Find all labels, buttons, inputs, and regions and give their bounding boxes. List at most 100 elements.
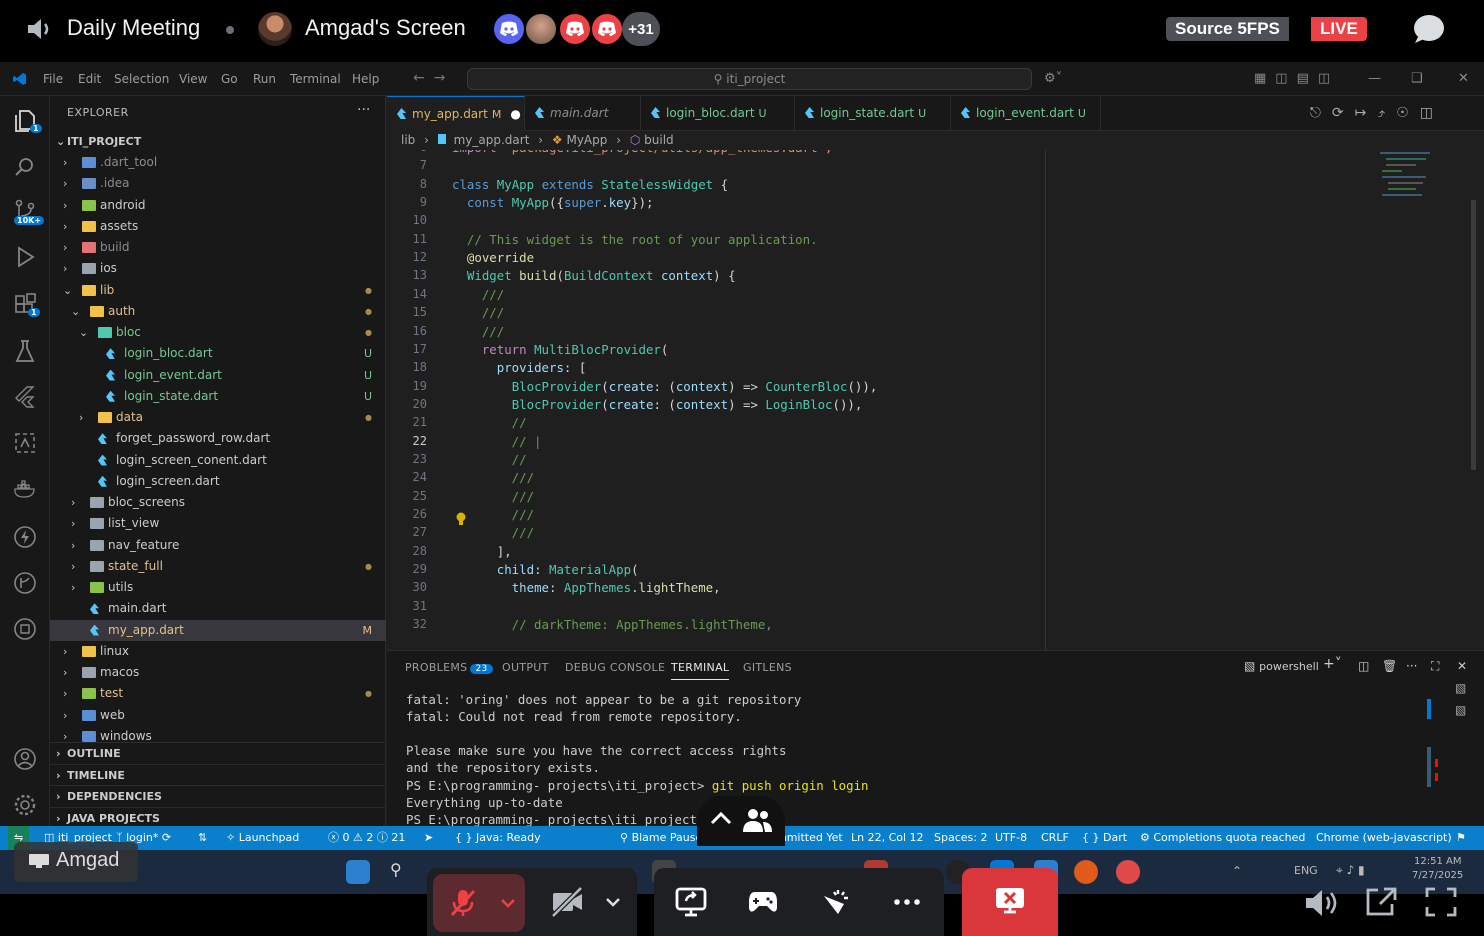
file-item[interactable]: main.dart — [50, 598, 386, 619]
participant-avatar[interactable] — [590, 12, 624, 46]
code-line[interactable]: BlocProvider(create: (context) => LoginB… — [452, 397, 863, 412]
status-launchpad[interactable]: ✧ Launchpad — [226, 826, 299, 850]
folder-item[interactable]: › bloc_screens — [50, 492, 386, 513]
folder-item[interactable]: › assets — [50, 216, 386, 237]
section-dependencies[interactable]: › DEPENDENCIES — [50, 785, 386, 806]
menu-file[interactable]: File — [43, 72, 63, 86]
folder-item[interactable]: › build — [50, 237, 386, 258]
thunder-client-icon[interactable] — [12, 524, 38, 550]
notifications-bell-icon[interactable]: ⚑ — [1456, 826, 1466, 850]
tray-chevron-icon[interactable]: ⌃ — [1232, 864, 1242, 878]
code-line[interactable]: /// — [452, 489, 534, 504]
close-panel-icon[interactable]: ✕ — [1457, 659, 1467, 673]
folder-item[interactable]: ⌄ auth ● — [50, 301, 386, 322]
close-icon[interactable]: ✕ — [1458, 71, 1469, 86]
folder-item[interactable]: › state_full ● — [50, 556, 386, 577]
file-item[interactable]: forget_password_row.dart — [50, 428, 386, 449]
screen-share-icon[interactable] — [674, 886, 708, 918]
chevron-down-icon[interactable] — [501, 898, 515, 908]
status-problems[interactable]: ⓧ 0 ⚠ 2 ⓘ 21 — [328, 826, 405, 850]
code-line[interactable]: ], — [452, 544, 512, 559]
more-options-icon[interactable] — [892, 897, 922, 907]
more-participants-badge[interactable]: +31 — [622, 12, 660, 46]
code-line[interactable]: class MyApp extends StatelessWidget { — [452, 177, 728, 192]
command-center-search[interactable]: ⚲ iti_project — [467, 68, 1032, 90]
unsaved-dot-icon[interactable]: ● — [510, 107, 520, 121]
github-icon[interactable] — [12, 616, 38, 642]
code-editor[interactable]: 6 7 8 9 10 11 12 13 14 15 16 17 18 19 20 21 22 23 24 25 26 27… — [387, 150, 1484, 712]
taskbar-search-icon[interactable]: ⚲ — [390, 860, 414, 884]
soundboard-icon[interactable] — [820, 886, 852, 918]
camera-off-icon[interactable] — [550, 886, 584, 918]
menu-run[interactable]: Run — [253, 72, 276, 86]
code-line[interactable]: // This widget is the root of your appli… — [452, 232, 818, 247]
tab-login-bloc[interactable]: login_bloc.dart U — [641, 96, 795, 131]
wifi-volume-battery-icons[interactable]: ⌖ ♪ ▮ — [1336, 863, 1365, 878]
volume-icon[interactable] — [1302, 886, 1338, 920]
clock-time[interactable]: 12:51 AM — [1414, 856, 1461, 867]
lightbulb-icon[interactable] — [455, 512, 467, 526]
streamer-avatar[interactable] — [258, 12, 292, 46]
status-blame[interactable]: ⚲ Blame Paused — [620, 826, 709, 850]
trash-icon[interactable]: 🗑 — [1382, 659, 1397, 673]
folder-item[interactable]: › .idea — [50, 173, 386, 194]
popout-icon[interactable] — [1364, 886, 1398, 918]
remote-explorer-icon[interactable] — [12, 430, 38, 456]
terminal-profile[interactable]: ▧ powershell — [1244, 659, 1319, 673]
code-line[interactable]: /// — [452, 470, 534, 485]
status-java[interactable]: { } Java: Ready — [455, 826, 541, 850]
status-ports-icon[interactable]: ➤ — [424, 826, 433, 850]
tab-login-state[interactable]: login_state.dart U — [795, 96, 951, 131]
menu-go[interactable]: Go — [221, 72, 238, 86]
folder-item[interactable]: › test ● — [50, 683, 386, 704]
section-timeline[interactable]: › TIMELINE — [50, 763, 386, 785]
code-line[interactable]: /// — [452, 305, 504, 320]
folder-item[interactable]: ⌄ lib ● — [50, 280, 386, 301]
folder-item[interactable]: › utils — [50, 577, 386, 598]
menu-view[interactable]: View — [179, 72, 207, 86]
project-root[interactable]: ⌄ ITI_PROJECT — [50, 131, 386, 152]
terminal-scrollbar[interactable] — [1427, 747, 1431, 787]
settings-gear-icon[interactable] — [12, 792, 38, 818]
status-commit[interactable]: mmitted Yet — [776, 826, 843, 850]
file-item[interactable]: login_screen.dart — [50, 471, 386, 492]
folder-item[interactable]: › nav_feature — [50, 535, 386, 556]
code-line[interactable]: @override — [452, 250, 534, 265]
testing-icon[interactable] — [12, 338, 38, 364]
tab-my-app[interactable]: my_app.dart M ● — [387, 96, 525, 131]
file-item[interactable]: login_event.dart U — [50, 365, 386, 386]
minimize-icon[interactable]: — — [1368, 71, 1381, 86]
status-sync-icon[interactable]: ⇅ — [198, 826, 207, 850]
layout-toggle-icons[interactable]: ▦◫▤◫ — [1254, 71, 1339, 86]
windows-start-icon[interactable] — [346, 860, 370, 884]
section-outline[interactable]: › OUTLINE — [50, 742, 386, 763]
minimap[interactable] — [1380, 150, 1450, 210]
clock-date[interactable]: 7/27/2025 — [1412, 870, 1463, 881]
code-line[interactable]: /// — [452, 324, 504, 339]
account-icon[interactable] — [12, 746, 38, 772]
breadcrumb-file[interactable]: my_app.dart — [454, 133, 530, 147]
folder-item[interactable]: › linux — [50, 641, 386, 662]
code-line[interactable]: child: MaterialApp( — [452, 562, 639, 577]
new-terminal-icon[interactable]: +˅ — [1323, 656, 1342, 672]
status-eol[interactable]: CRLF — [1041, 826, 1069, 850]
breadcrumb-class[interactable]: MyApp — [566, 133, 607, 147]
file-item[interactable]: login_bloc.dart U — [50, 343, 386, 364]
code-line[interactable]: // — [452, 452, 527, 467]
tab-login-event[interactable]: login_event.dart U — [951, 96, 1101, 131]
editor-scrollbar[interactable] — [1471, 200, 1476, 470]
status-device[interactable]: Chrome (web-javascript) — [1316, 826, 1452, 850]
code-line[interactable]: import 'package:iti_project/utils/app_th… — [452, 150, 832, 155]
section-java-projects[interactable]: › JAVA PROJECTS — [50, 806, 386, 828]
menu-selection[interactable]: Selection — [114, 72, 169, 86]
folder-item[interactable]: › macos — [50, 662, 386, 683]
participant-avatar[interactable] — [492, 12, 526, 46]
code-line[interactable]: // darkTheme: AppThemes.lightTheme, — [452, 617, 773, 632]
maximize-icon[interactable]: ❑ — [1411, 71, 1423, 86]
code-line[interactable]: Widget build(BuildContext context) { — [452, 268, 736, 283]
chat-icon[interactable] — [1412, 13, 1446, 45]
speaker-icon[interactable] — [24, 14, 54, 44]
activities-gamepad-icon[interactable] — [748, 889, 778, 915]
breadcrumb-method[interactable]: build — [644, 133, 674, 147]
terminal-instance-icon[interactable]: ▧ — [1455, 703, 1466, 717]
